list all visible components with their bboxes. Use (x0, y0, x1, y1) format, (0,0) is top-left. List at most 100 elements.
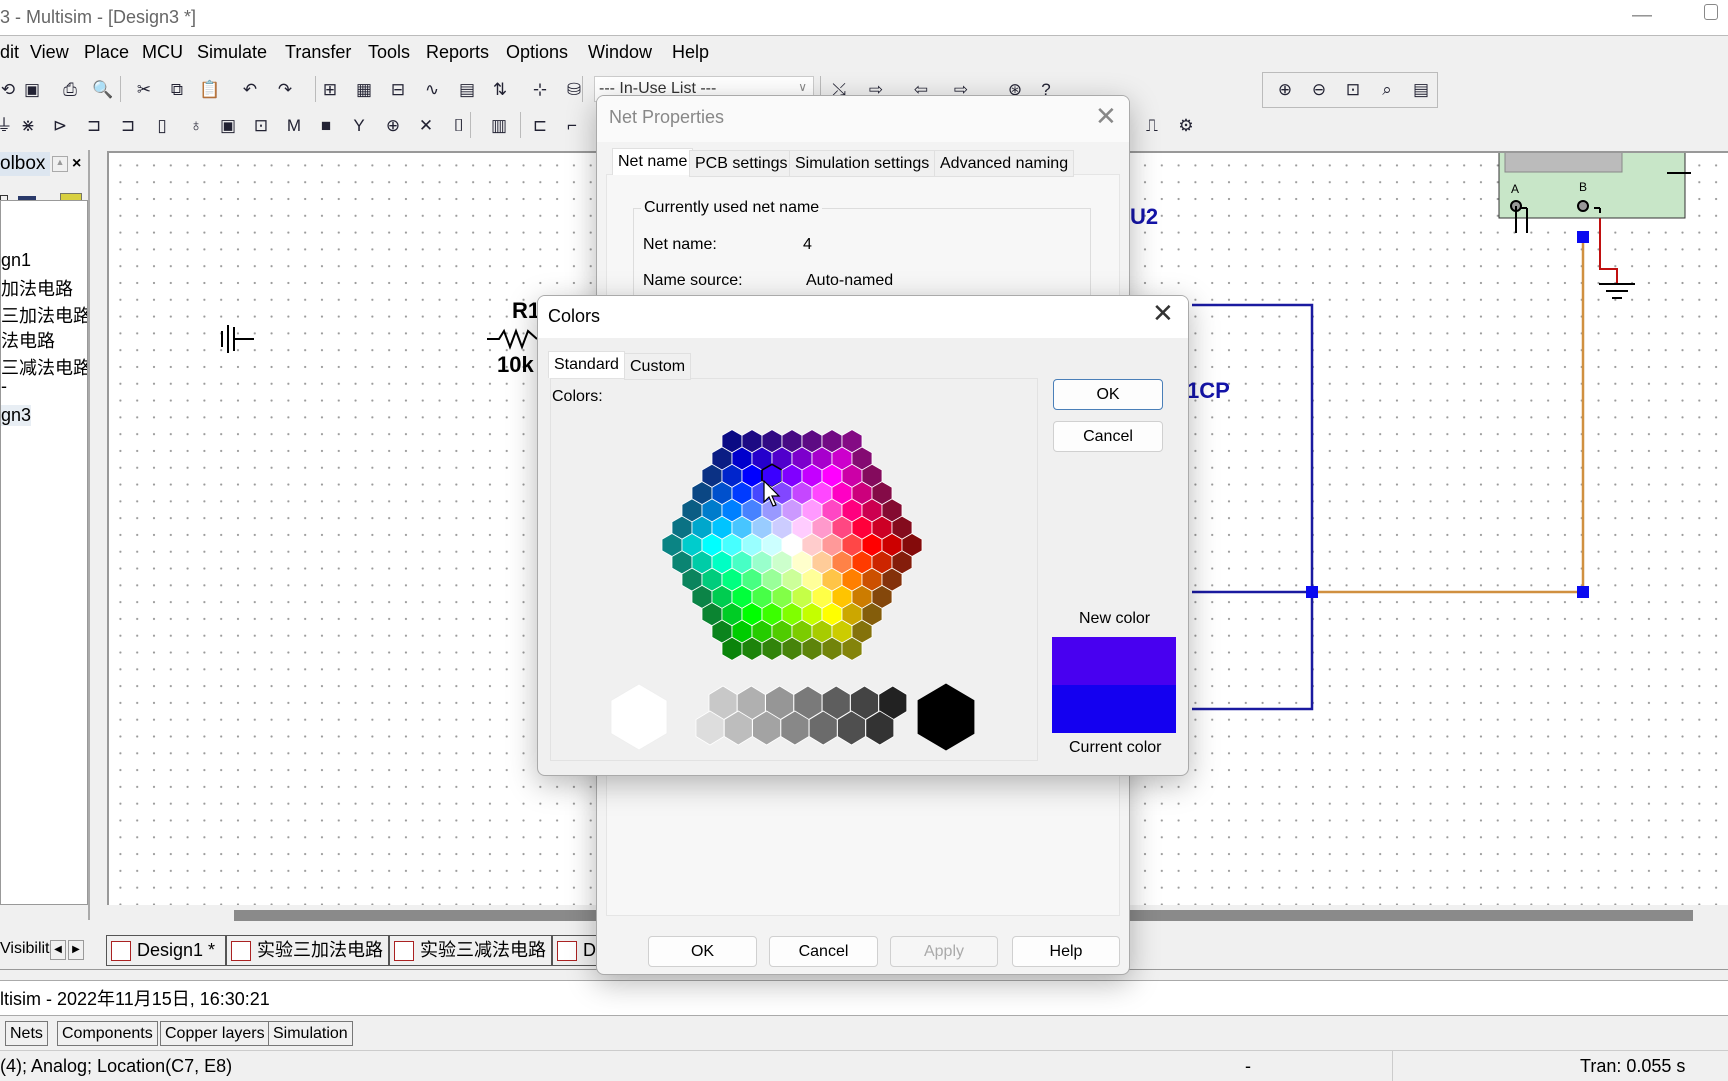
white-swatch[interactable] (610, 683, 668, 751)
full-screen-icon[interactable]: ▤ (1409, 78, 1433, 102)
orange-wire[interactable] (1312, 237, 1585, 594)
minimize-icon[interactable]: — (1632, 4, 1652, 27)
indicator-icon[interactable]: ♁ (184, 114, 208, 138)
ttl-icon[interactable]: ⊐ (82, 114, 106, 138)
print-preview-icon[interactable]: 🔍 (91, 78, 115, 102)
grapher-icon[interactable]: ∿ (420, 78, 444, 102)
cmos-icon[interactable]: ⊐ (116, 114, 140, 138)
tree-item[interactable]: - (1, 376, 7, 397)
advanced-peripherals-icon[interactable]: ■ (314, 114, 338, 138)
tab-scroll-right-icon[interactable]: ▶ (68, 940, 84, 960)
cancel-button[interactable]: Cancel (769, 936, 878, 967)
tab-pcb-settings[interactable]: PCB settings (689, 150, 794, 177)
net-name-value: 4 (803, 236, 812, 253)
resistor-r1[interactable] (487, 328, 538, 350)
tree-item-design3[interactable]: gn3 (1, 405, 32, 426)
toolbox-collapse-icon[interactable]: ▲ (52, 156, 68, 172)
electromechanical-icon[interactable]: ⊕ (381, 114, 405, 138)
spreadsheet-icon[interactable]: ▦ (352, 78, 376, 102)
basic-icon[interactable]: ⋇ (16, 114, 40, 138)
hierarchy-icon[interactable]: ⊞ (318, 78, 342, 102)
toolbox-close-icon[interactable]: × (72, 155, 81, 173)
ok-button[interactable]: OK (1053, 379, 1163, 410)
tree-item[interactable]: 加法电路 (1, 275, 73, 301)
misc-icon[interactable]: M (282, 114, 306, 138)
hierarchical-block-icon[interactable]: ⊏ (528, 114, 552, 138)
close-icon[interactable]: ✕ (1095, 101, 1117, 132)
print-icon[interactable]: ⎙ (58, 78, 82, 102)
zoom-in-icon[interactable]: ⊕ (1273, 78, 1297, 102)
zoom-out-icon[interactable]: ⊖ (1307, 78, 1331, 102)
r1-label: R1 (512, 298, 540, 323)
copy-icon[interactable]: ⧉ (165, 78, 189, 102)
tree-item-design1[interactable]: gn1 (1, 250, 31, 271)
menu-options[interactable]: Options (506, 42, 568, 63)
menu-help[interactable]: Help (672, 42, 709, 63)
tab-net-name[interactable]: Net name (612, 148, 694, 175)
probe-icon[interactable]: ⎍ (1140, 114, 1164, 138)
chevron-down-icon: ∨ (798, 80, 807, 94)
misc-digital-icon[interactable]: ⊡ (249, 114, 273, 138)
postprocessor-icon[interactable]: ▤ (455, 78, 479, 102)
battery-symbol[interactable] (221, 325, 254, 353)
cut-icon[interactable]: ✂ (132, 78, 156, 102)
menu-tools[interactable]: Tools (368, 42, 410, 63)
zoom-area-icon[interactable]: ⊡ (1341, 78, 1365, 102)
status-divider (1392, 1051, 1393, 1081)
menu-transfer[interactable]: Transfer (285, 42, 351, 63)
black-swatch[interactable] (917, 683, 975, 751)
menu-mcu[interactable]: MCU (142, 42, 183, 63)
oscilloscope-screen (1504, 153, 1623, 173)
restore-icon[interactable] (1704, 4, 1718, 20)
zoom-sheet-icon[interactable]: ⌕ (1375, 78, 1399, 102)
tree-item[interactable]: 三减法电路 (1, 354, 87, 380)
diode-icon[interactable]: ⊳ (48, 114, 72, 138)
tab-simulation-settings[interactable]: Simulation settings (789, 150, 936, 177)
source-icon[interactable]: ⏚ (0, 114, 16, 138)
open-icon[interactable]: ⟲ (0, 78, 20, 102)
menu-window[interactable]: Window (588, 42, 652, 63)
apply-button[interactable]: Apply (890, 936, 998, 967)
menu-reports[interactable]: Reports (426, 42, 489, 63)
tab-simulation[interactable]: Simulation (268, 1021, 353, 1046)
cancel-button[interactable]: Cancel (1053, 421, 1163, 452)
tab-subtraction-circuit[interactable]: 实验三减法电路 (389, 935, 552, 966)
tab-design1[interactable]: Design1 * (106, 935, 226, 966)
menu-simulate[interactable]: Simulate (197, 42, 267, 63)
save-icon[interactable]: ▣ (20, 78, 44, 102)
mcu-icon[interactable]: ▥ (487, 114, 511, 138)
electrical-rules-icon[interactable]: ⇅ (488, 78, 512, 102)
menu-place[interactable]: Place (84, 42, 129, 63)
bus-icon[interactable]: ⌐ (560, 114, 584, 138)
ni-icon[interactable]: ✕ (414, 114, 438, 138)
tab-nets[interactable]: Nets (5, 1021, 48, 1046)
menu-edit[interactable]: dit (0, 42, 19, 63)
ok-button[interactable]: OK (648, 936, 757, 967)
tree-item[interactable]: 三加法电路 (1, 302, 87, 328)
tab-addition-circuit[interactable]: 实验三加法电路 (226, 935, 389, 966)
rf-icon[interactable]: Y (347, 114, 371, 138)
settings-gear-icon[interactable]: ⚙ (1174, 114, 1198, 138)
component-wizard-icon[interactable]: ⊹ (528, 78, 552, 102)
junction (1577, 231, 1589, 243)
redo-icon[interactable]: ↷ (273, 78, 297, 102)
toolbox-title: olbox (0, 152, 50, 176)
sim-database-icon[interactable]: ⊟ (386, 78, 410, 102)
tab-components[interactable]: Components (57, 1021, 158, 1046)
tab-copper-layers[interactable]: Copper layers (160, 1021, 270, 1046)
power-icon[interactable]: ▣ (216, 114, 240, 138)
junction (1306, 586, 1318, 598)
visibility-tab[interactable]: Visibilit (0, 940, 50, 958)
mixed-icon[interactable]: ▯ (150, 114, 174, 138)
help-button[interactable]: Help (1012, 936, 1120, 967)
window-title: 3 - Multisim - [Design3 *] (0, 7, 197, 27)
tree-item[interactable]: 法电路 (1, 327, 55, 353)
blue-wire[interactable] (1192, 303, 1314, 711)
tab-advanced-naming[interactable]: Advanced naming (934, 150, 1075, 177)
red-wire[interactable] (1599, 209, 1618, 283)
undo-icon[interactable]: ↶ (238, 78, 262, 102)
tab-scroll-left-icon[interactable]: ◀ (50, 940, 66, 960)
paste-icon[interactable]: 📋 (198, 78, 222, 102)
menu-view[interactable]: View (30, 42, 69, 63)
connector-icon[interactable]: ⌷ (447, 114, 471, 138)
